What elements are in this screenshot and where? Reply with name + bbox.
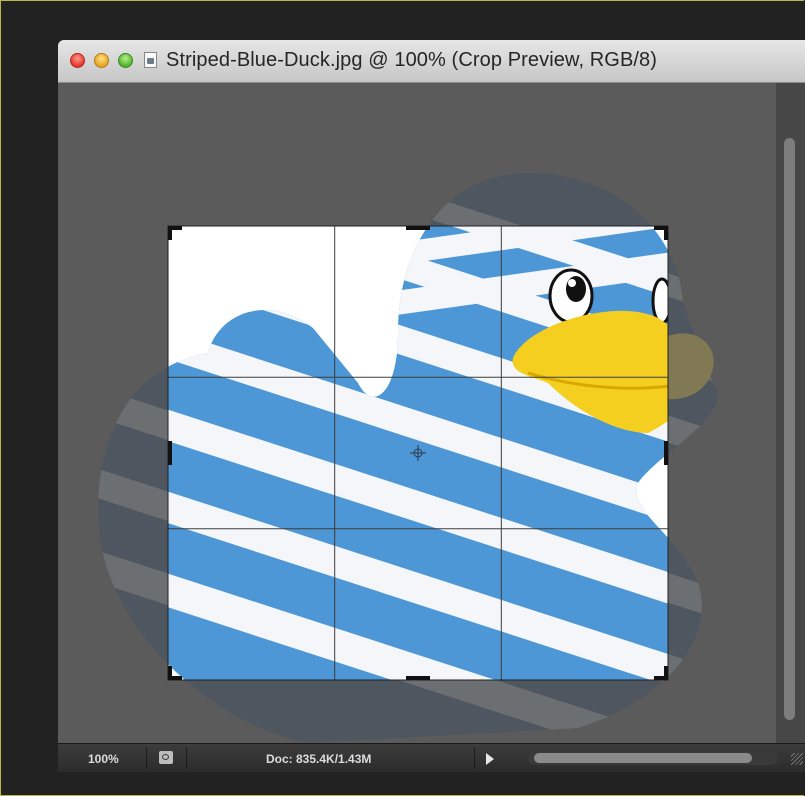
resize-grip-icon[interactable] (791, 753, 803, 765)
zoom-icon[interactable] (118, 53, 133, 68)
horizontal-scroll-thumb[interactable] (534, 753, 752, 763)
status-bar: 100% Doc: 835.4K/1.43M (58, 743, 805, 772)
window-title: Striped-Blue-Duck.jpg @ 100% (Crop Previ… (166, 49, 658, 71)
zoom-level-field[interactable]: 100% (88, 752, 119, 766)
image-canvas[interactable] (58, 83, 776, 743)
doc-size-info: Doc: 835.4K/1.43M (266, 752, 372, 766)
play-arrow-icon[interactable] (486, 753, 494, 765)
crop-preview[interactable] (58, 83, 776, 743)
document-window: Striped-Blue-Duck.jpg @ 100% (Crop Previ… (58, 40, 805, 772)
document-icon[interactable] (144, 52, 157, 68)
divider (146, 747, 147, 769)
divider (474, 747, 475, 769)
title-bar[interactable]: Striped-Blue-Duck.jpg @ 100% (Crop Previ… (58, 40, 805, 83)
vertical-scrollbar[interactable] (776, 83, 805, 743)
minimize-icon[interactable] (94, 53, 109, 68)
close-icon[interactable] (70, 53, 85, 68)
horizontal-scrollbar[interactable] (528, 751, 778, 765)
vertical-scroll-thumb[interactable] (784, 138, 795, 720)
status-info-icon[interactable] (159, 751, 173, 764)
divider (186, 747, 187, 769)
